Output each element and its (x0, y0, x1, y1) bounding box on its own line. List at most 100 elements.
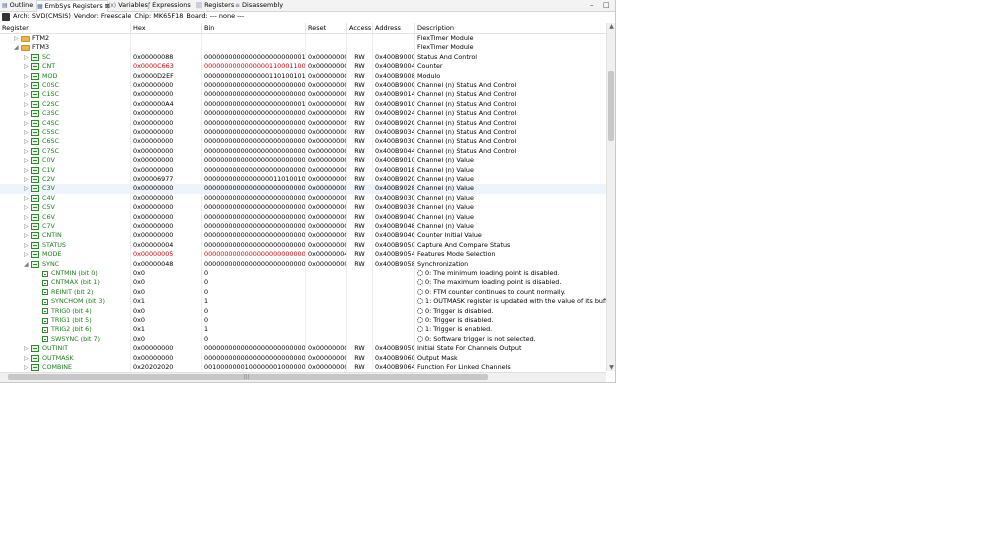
bin-value[interactable]: 1 (202, 297, 306, 307)
bin-value[interactable]: 00000000000000000000000000000000 (202, 193, 306, 204)
vertical-scrollbar[interactable]: ▲ ▼ (606, 23, 615, 371)
expand-arrow-icon[interactable]: ▷ (24, 100, 29, 109)
bin-value[interactable] (202, 34, 306, 44)
scroll-down-icon[interactable]: ▼ (608, 364, 615, 371)
bin-value[interactable]: 00100000001000000010000000100000 (202, 363, 306, 371)
register-row[interactable]: ▷ C4V 0x00000000 0000000000000000000000000 0… (0, 193, 606, 204)
register-row[interactable]: ▷ C1V 0x00000000 0000000000000000000000000 0… (0, 165, 606, 175)
hex-value[interactable]: 0x0 (131, 287, 202, 298)
hex-value[interactable]: 0x00000000 (131, 146, 202, 157)
register-row[interactable]: ▷ C2SC 0x000000A4 0000000000000000000000001… (0, 99, 606, 110)
expand-arrow-icon[interactable]: ▷ (24, 156, 29, 165)
register-row[interactable]: ▷ C0V 0x00000000 0000000000000000000000000 0… (0, 156, 606, 166)
hex-value[interactable]: 0x00000004 (131, 240, 202, 251)
hex-value[interactable]: 0x0000D2EF (131, 71, 202, 81)
horizontal-scrollbar[interactable]: ||| (0, 372, 606, 382)
register-row[interactable]: ▷ COMBINE 0x20202020 0010000000100000001000… (0, 363, 606, 371)
bin-value[interactable]: 00000000000000000000000000000000 (202, 128, 306, 138)
bin-value[interactable]: 00000000000000000000000000000000 (202, 90, 306, 100)
bin-value[interactable]: 00000000000000000000000000000000 (202, 231, 306, 241)
register-row[interactable]: ▷ C5SC 0x00000000 0000000000000000000000000… (0, 128, 606, 138)
hex-value[interactable]: 0x1 (131, 297, 202, 307)
register-row[interactable]: ▷ C3SC 0x00000000 0000000000000000000000000… (0, 109, 606, 119)
expand-arrow-icon[interactable]: ▷ (24, 213, 29, 222)
expand-arrow-icon[interactable]: ▷ (24, 128, 29, 137)
register-row[interactable]: ▷ C7V 0x00000000 0000000000000000000000000 0… (0, 222, 606, 232)
hex-value[interactable]: 0x20202020 (131, 363, 202, 371)
bin-value[interactable]: 00000000000000000000000001001000 (202, 259, 306, 269)
bin-value[interactable]: 00000000000000000000000000000000 (202, 109, 306, 119)
register-row[interactable]: ▷ C1SC 0x00000000 0000000000000000000000000… (0, 90, 606, 100)
tab-registers[interactable]: ||| Registers (196, 0, 234, 11)
expand-arrow-icon[interactable]: ▷ (24, 250, 29, 259)
register-row[interactable]: ▷ CNT 0x0000C66300000000000000001100011001… (0, 62, 606, 72)
register-row[interactable]: ▷ STATUS 0x00000004 00000000000000000000000… (0, 240, 606, 251)
hex-value[interactable]: 0x00000000 (131, 344, 202, 354)
register-row[interactable]: ▷ C4SC 0x00000000 0000000000000000000000000… (0, 118, 606, 128)
column-header-hex[interactable]: Hex (131, 23, 202, 33)
bin-value[interactable]: 00000000000000001101001011101111 (202, 71, 306, 81)
bin-value[interactable]: 0 (202, 278, 306, 288)
maximize-button[interactable]: □ (603, 1, 610, 10)
hex-value[interactable]: 0x00000000 (131, 193, 202, 204)
peripheral-row[interactable]: ▷ FTM2 FlexTimer Module (0, 34, 606, 44)
tab-disassembly[interactable]: ≡ Disassembly (235, 0, 283, 11)
register-row[interactable]: ▷ C2V 0x0000697700000000000000000110100101… (0, 175, 606, 185)
bin-value[interactable]: 00000000000000000000000010100100 (202, 99, 306, 110)
expand-arrow-icon[interactable]: ▷ (24, 109, 29, 118)
hex-value[interactable]: 0x00000000 (131, 184, 202, 194)
expand-arrow-icon[interactable]: ▷ (24, 90, 29, 99)
hex-value[interactable]: 0x00000000 (131, 222, 202, 232)
bitfield-row[interactable]: TRIG2 (bit 6) 0x1 1 1: Trigger is enabled. (0, 325, 606, 335)
bin-value[interactable]: 0 (202, 334, 306, 345)
bin-value[interactable]: 00000000000000000000000000000000 (202, 137, 306, 147)
hex-value[interactable]: 0x00000000 (131, 81, 202, 91)
expand-arrow-icon[interactable]: ▷ (24, 241, 29, 250)
register-row[interactable]: ▷ C7SC 0x00000000 0000000000000000000000000… (0, 146, 606, 157)
vertical-scroll-thumb[interactable] (608, 71, 614, 141)
register-row[interactable]: ▷ C6V 0x00000000 0000000000000000000000000 0… (0, 212, 606, 222)
bin-value[interactable]: 00000000000000000000000000000101 (202, 250, 306, 260)
hex-value[interactable]: 0x00000005 (131, 250, 202, 260)
bitfield-row[interactable]: TRIG0 (bit 4) 0x0 0 0: Trigger is disabled. (0, 306, 606, 316)
tab-outline[interactable]: ▤ Outline (2, 0, 35, 11)
bin-value[interactable]: 00000000000000000110100101110111 (202, 175, 306, 185)
register-row[interactable]: ▷ OUTINIT 0x00000000 0000000000000000000000… (0, 344, 606, 354)
hex-value[interactable]: 0x0000C663 (131, 62, 202, 72)
expand-arrow-icon[interactable]: ▷ (24, 184, 29, 193)
register-row[interactable]: ▷ C6SC 0x00000000 0000000000000000000000000… (0, 137, 606, 147)
expand-arrow-icon[interactable]: ▷ (24, 203, 29, 212)
hex-value[interactable]: 0x0 (131, 278, 202, 288)
tab-expressions[interactable]: ƒ Expressions (148, 0, 193, 11)
hex-value[interactable] (131, 34, 202, 44)
hex-value[interactable]: 0x00000000 (131, 165, 202, 175)
bitfield-row[interactable]: SWSYNC (bit 7) 0x0 0 0: Software trigger is… (0, 334, 606, 345)
bin-value[interactable]: 00000000000000000000000000000000 (202, 146, 306, 157)
expand-arrow-icon[interactable]: ▷ (24, 222, 29, 231)
bin-value[interactable]: 00000000000000000000000000000000 (202, 203, 306, 213)
bin-value[interactable]: 0 (202, 306, 306, 316)
hex-value[interactable]: 0x00000088 (131, 52, 202, 63)
bin-value[interactable]: 00000000000000000000000000000000 (202, 212, 306, 222)
column-header-description[interactable]: Description (415, 23, 606, 33)
register-row[interactable]: ▷ MOD 0x0000D2EF00000000000000001101001011… (0, 71, 606, 81)
bin-value[interactable]: 00000000000000000000000000000000 (202, 165, 306, 175)
hex-value[interactable]: 0x1 (131, 325, 202, 335)
hex-value[interactable]: 0x00006977 (131, 175, 202, 185)
column-header-register[interactable]: Register (0, 23, 131, 33)
hex-value[interactable] (131, 43, 202, 53)
bin-value[interactable]: 00000000000000000000000000000000 (202, 81, 306, 91)
hex-value[interactable]: 0x00000000 (131, 212, 202, 222)
hex-value[interactable]: 0x000000A4 (131, 99, 202, 110)
collapse-arrow-icon[interactable]: ◢ (24, 260, 29, 269)
expand-arrow-icon[interactable]: ▷ (24, 175, 29, 184)
register-row[interactable]: ◢ SYNC 0x00000048 0000000000000000000000000… (0, 259, 606, 269)
hex-value[interactable]: 0x0 (131, 269, 202, 279)
bin-value[interactable]: 00000000000000000000000000000000 (202, 344, 306, 354)
bin-value[interactable]: 00000000000000000000000000000000 (202, 118, 306, 128)
hex-value[interactable]: 0x00000000 (131, 90, 202, 100)
expand-arrow-icon[interactable]: ▷ (24, 81, 29, 90)
register-row[interactable]: ▷ OUTMASK 0x00000000 0000000000000000000000… (0, 353, 606, 363)
bin-value[interactable]: 00000000000000000000000000000000 (202, 184, 306, 194)
register-row[interactable]: ▷ C5V 0x00000000 0000000000000000000000000 0… (0, 203, 606, 213)
